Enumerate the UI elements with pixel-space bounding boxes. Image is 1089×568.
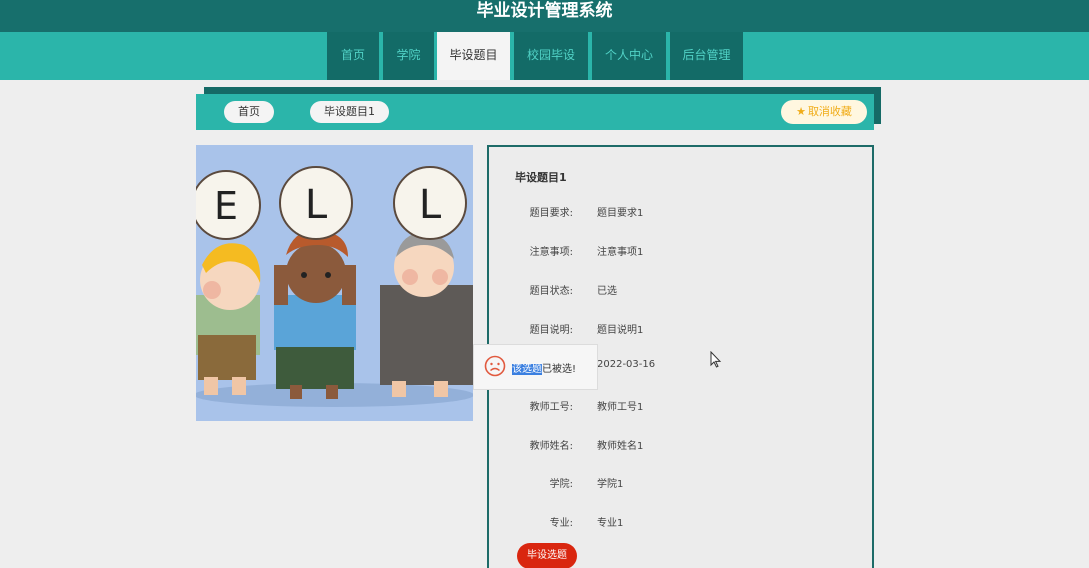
value-date: 2022-03-16: [597, 359, 656, 370]
value-teacher-name: 教师姓名1: [597, 441, 644, 452]
breadcrumb-current: 毕设题目1: [310, 101, 389, 123]
star-icon: ★: [796, 105, 806, 118]
value-requirements: 题目要求1: [597, 208, 644, 219]
letter-e: E: [214, 184, 238, 228]
nav-campus-projects[interactable]: 校园毕设: [514, 32, 588, 80]
topic-title: 毕设题目1: [515, 171, 567, 184]
letter-l-1: L: [305, 182, 328, 228]
breadcrumb-home[interactable]: 首页: [224, 101, 274, 123]
label-requirements: 题目要求:: [529, 208, 573, 219]
site-title: 毕业设计管理系统: [476, 1, 613, 21]
nav-admin[interactable]: 后台管理: [670, 32, 743, 80]
mouse-cursor-icon: [710, 351, 722, 368]
toast-text: 该选题已被选!: [512, 360, 576, 375]
value-description: 题目说明1: [597, 325, 644, 336]
label-notes: 注意事项:: [529, 247, 573, 258]
label-status: 题目状态:: [529, 286, 573, 297]
breadcrumb: [196, 94, 874, 130]
top-header: 毕业设计管理系统: [0, 0, 1089, 32]
value-college: 学院1: [597, 479, 624, 490]
nav-topics[interactable]: 毕设题目: [437, 32, 510, 80]
label-teacher-name: 教师姓名:: [529, 441, 573, 452]
nav-college[interactable]: 学院: [383, 32, 434, 80]
letter-l-2: L: [419, 182, 442, 228]
topic-image: E L L: [196, 145, 473, 421]
nav-personal-center[interactable]: 个人中心: [592, 32, 666, 80]
unfavorite-label: 取消收藏: [807, 105, 852, 118]
label-description: 题目说明:: [529, 325, 573, 336]
toast-rest: 已被选!: [542, 364, 577, 375]
value-notes: 注意事项1: [597, 247, 644, 258]
toast-highlight: 该选题: [512, 364, 542, 375]
value-major: 专业1: [597, 518, 624, 529]
label-college: 学院:: [549, 479, 573, 490]
value-status: 已选: [597, 286, 617, 297]
value-teacher-id: 教师工号1: [597, 402, 644, 413]
unfavorite-button[interactable]: ★ 取消收藏: [781, 100, 867, 124]
label-major: 专业:: [549, 518, 573, 529]
toast-message: 该选题已被选!: [473, 344, 598, 390]
label-teacher-id: 教师工号:: [529, 402, 573, 413]
select-topic-button[interactable]: 毕设选题: [517, 543, 577, 568]
sad-face-icon: [484, 355, 506, 377]
nav-home[interactable]: 首页: [327, 32, 379, 80]
